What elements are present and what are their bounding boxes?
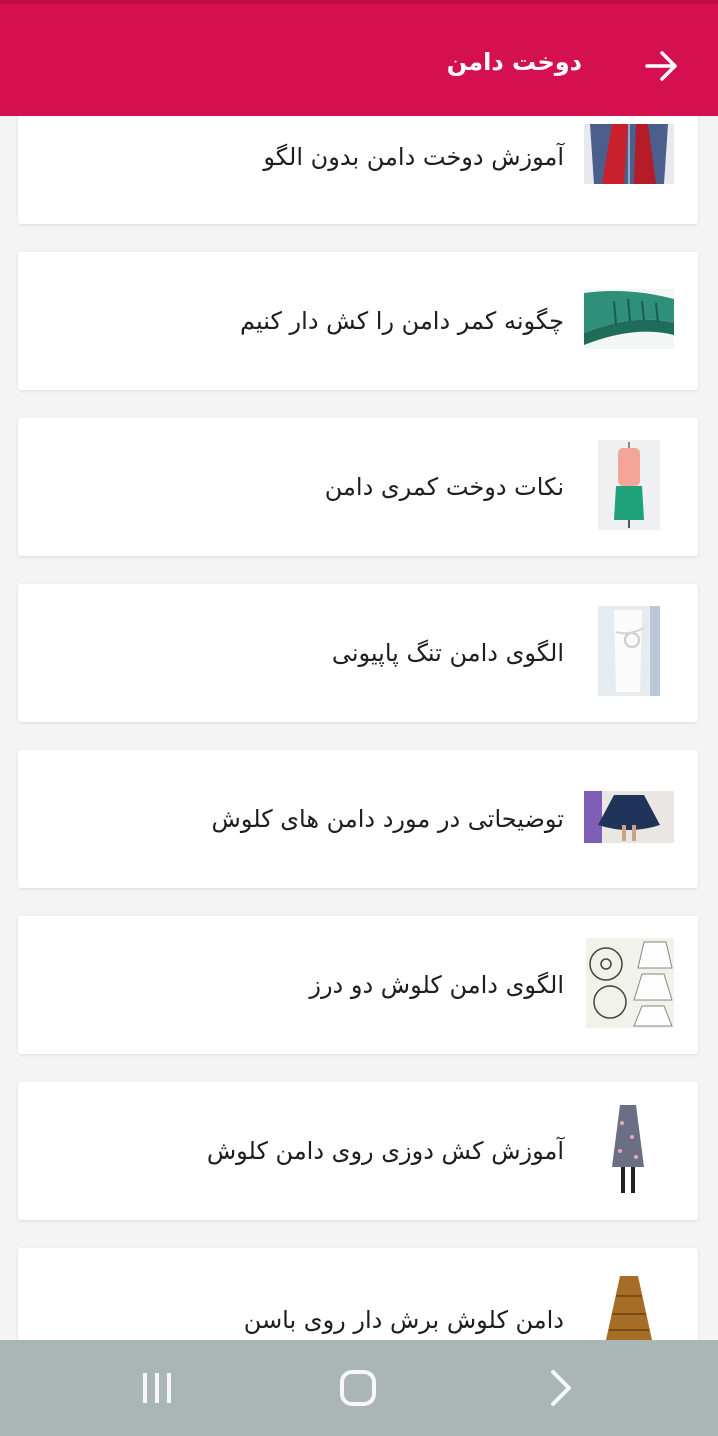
list-item[interactable]: الگوی دامن تنگ پاپیونی (18, 584, 698, 722)
recent-apps-button[interactable] (127, 1366, 187, 1410)
home-button[interactable] (328, 1366, 388, 1410)
back-nav-button[interactable] (530, 1366, 590, 1410)
item-title: الگوی دامن تنگ پاپیونی (331, 639, 564, 667)
item-title: الگوی دامن کلوش دو درز (309, 971, 564, 999)
recent-apps-icon (143, 1373, 171, 1403)
list-item[interactable]: آموزش کش دوزی روی دامن کلوش (18, 1082, 698, 1220)
arrow-right-icon (645, 51, 677, 81)
page-title: دوخت دامن (446, 48, 582, 76)
back-button[interactable] (640, 44, 684, 88)
item-title: توضیحاتی در مورد دامن های کلوش (211, 805, 564, 833)
back-chevron-icon (551, 1370, 571, 1406)
skirt-thumbnail (584, 289, 674, 353)
skirt-thumbnail (584, 124, 674, 188)
list-item[interactable]: چگونه کمر دامن را کش دار کنیم (18, 252, 698, 390)
skirt-thumbnail (604, 1276, 654, 1340)
item-title: چگونه کمر دامن را کش دار کنیم (240, 307, 564, 335)
list-item[interactable]: نکات دوخت کمری دامن (18, 418, 698, 556)
pattern-thumbnail (586, 938, 674, 1032)
list-item[interactable]: آموزش دوخت دامن بدون الگو (18, 116, 698, 224)
skirt-thumbnail (598, 606, 660, 700)
app-header: دوخت دامن (0, 0, 718, 116)
skirt-thumbnail (584, 791, 674, 847)
list-item[interactable]: الگوی دامن کلوش دو درز (18, 916, 698, 1054)
list-item[interactable]: دامن کلوش برش دار روی باسن (18, 1248, 698, 1340)
item-title: دامن کلوش برش دار روی باسن (243, 1306, 564, 1334)
skirt-thumbnail (598, 440, 660, 534)
article-list: آموزش دوخت دامن بدون الگو چگونه کمر دامن… (0, 116, 718, 1340)
home-icon (340, 1370, 376, 1406)
list-item[interactable]: توضیحاتی در مورد دامن های کلوش (18, 750, 698, 888)
item-title: نکات دوخت کمری دامن (324, 473, 564, 501)
system-nav-bar (0, 1340, 718, 1436)
skirt-thumbnail (608, 1103, 648, 1199)
item-title: آموزش کش دوزی روی دامن کلوش (206, 1137, 564, 1165)
item-title: آموزش دوخت دامن بدون الگو (263, 143, 564, 171)
